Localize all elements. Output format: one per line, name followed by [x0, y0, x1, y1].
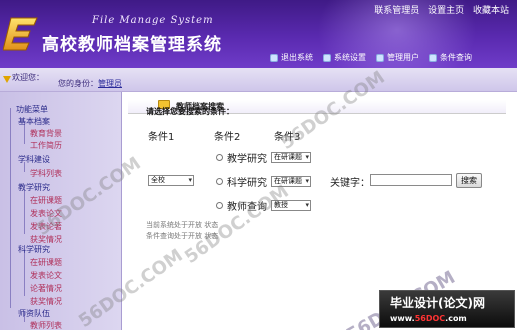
- site-badge: 毕业设计(论文)网 www.56DOC.com: [379, 290, 515, 328]
- menu-group-teaching-research[interactable]: 教学研究: [18, 182, 50, 193]
- header-banner: File Manage System 高校教师档案管理系统 联系管理员 设置主页…: [0, 0, 517, 68]
- identity-label: 您的身份：: [58, 79, 98, 88]
- users-icon: [376, 53, 384, 62]
- system-settings-button[interactable]: 系统设置: [323, 52, 366, 63]
- radio-science-research[interactable]: [216, 178, 223, 185]
- logo-e-icon: [3, 17, 38, 51]
- teaching-research-select[interactable]: 在研课题: [271, 152, 311, 163]
- menu-item-science-books[interactable]: 论著情况: [30, 283, 62, 294]
- logout-icon: [270, 53, 278, 62]
- welcome-text: 欢迎您：: [12, 73, 44, 82]
- top-links: 联系管理员 设置主页 收藏本站: [368, 3, 509, 16]
- manage-users-button[interactable]: 管理用户: [376, 52, 419, 63]
- link-set-homepage[interactable]: 设置主页: [428, 6, 464, 16]
- menu-group-science-research[interactable]: 科学研究: [18, 244, 50, 255]
- badge-title: 毕业设计(论文)网: [390, 296, 485, 310]
- tree-line: [24, 190, 25, 234]
- identity-text: 您的身份：管理员: [58, 78, 122, 89]
- user-info-bar: 欢迎您： 您的身份：管理员: [0, 68, 517, 92]
- link-contact-admin[interactable]: 联系管理员: [374, 6, 419, 16]
- logout-button[interactable]: 退出系统: [270, 52, 313, 63]
- keyword-input[interactable]: [370, 174, 452, 186]
- system-settings-label: 系统设置: [334, 53, 366, 62]
- keyword-label: 关键字：: [330, 178, 370, 189]
- condition-query-button[interactable]: 条件查询: [429, 52, 472, 63]
- query-icon: [429, 53, 437, 62]
- condition-2-header: 条件2: [214, 132, 241, 143]
- menu-item-education[interactable]: 教育背景: [30, 128, 62, 139]
- badge-url-prefix: www.: [390, 314, 415, 323]
- condition-1-select[interactable]: 全校: [148, 175, 194, 186]
- menu-item-science-projects[interactable]: 在研课题: [30, 257, 62, 268]
- search-button[interactable]: 搜索: [456, 173, 482, 188]
- top-toolbar: 退出系统 系统设置 管理用户 条件查询: [270, 52, 472, 63]
- down-arrow-icon: [3, 76, 11, 83]
- condition-query-label: 条件查询: [440, 53, 472, 62]
- menu-item-science-awards[interactable]: 获奖情况: [30, 296, 62, 307]
- condition-row-science: 科学研究 在研课题: [216, 174, 311, 189]
- system-status: 当前系统处于开放 状态: [146, 221, 219, 229]
- link-bookmark-site[interactable]: 收藏本站: [473, 6, 509, 16]
- badge-url: www.56DOC.com: [390, 314, 467, 323]
- radio-label-science-research: 科学研究: [227, 178, 267, 189]
- menu-group-faculty[interactable]: 师资队伍: [18, 308, 50, 319]
- menu-item-work-history[interactable]: 工作简历: [30, 140, 62, 151]
- badge-url-brand: 56DOC: [414, 314, 446, 323]
- menu-root[interactable]: 功能菜单: [16, 104, 48, 115]
- tree-line: [24, 250, 25, 296]
- logout-label: 退出系统: [281, 53, 313, 62]
- menu-item-teacher-list[interactable]: 教师列表: [30, 320, 62, 330]
- radio-label-teaching-research: 教学研究: [227, 154, 267, 165]
- menu-group-basic-archive[interactable]: 基本档案: [18, 116, 50, 127]
- tree-line: [10, 108, 11, 308]
- menu-group-discipline[interactable]: 学科建设: [18, 154, 50, 165]
- condition-1-header: 条件1: [148, 132, 175, 143]
- system-name-en: File Manage System: [92, 15, 214, 26]
- menu-item-discipline-list[interactable]: 学科列表: [30, 168, 62, 179]
- radio-teacher-query[interactable]: [216, 202, 223, 209]
- identity-value-link[interactable]: 管理员: [98, 79, 122, 88]
- condition-row-teaching: 教学研究 在研课题: [216, 150, 311, 165]
- radio-teaching-research[interactable]: [216, 154, 223, 161]
- search-prompt: 请选择您要搜索的条件：: [146, 107, 234, 116]
- system-name-cn: 高校教师档案管理系统: [42, 35, 222, 55]
- manage-users-label: 管理用户: [387, 53, 419, 62]
- badge-url-suffix: .com: [445, 314, 467, 323]
- settings-icon: [323, 53, 331, 62]
- menu-item-science-papers[interactable]: 发表论文: [30, 270, 62, 281]
